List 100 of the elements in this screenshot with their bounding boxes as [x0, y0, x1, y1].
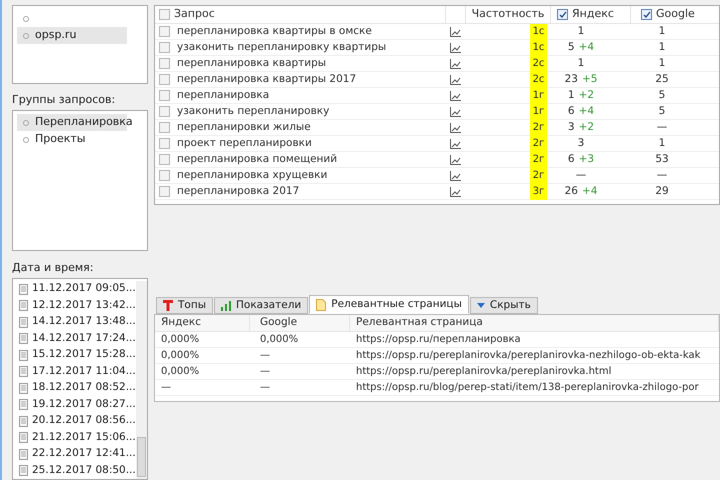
yandex-position: 5	[568, 40, 575, 55]
line-chart-icon[interactable]	[450, 74, 460, 84]
yandex-position: 3	[568, 120, 575, 135]
query-text: перепланировка квартиры 2017	[177, 72, 356, 87]
column-header[interactable]: Яндекс	[572, 6, 614, 23]
column-header[interactable]: Google	[656, 6, 695, 23]
date-item[interactable]: 18.12.2017 08:52...	[32, 380, 136, 396]
date-item[interactable]: 22.12.2017 12:41...	[32, 446, 136, 462]
tab[interactable]: Скрыть	[470, 297, 538, 314]
section-label: Группы запросов:	[12, 92, 116, 108]
table-cell: —	[161, 382, 171, 393]
checkbox[interactable]	[159, 154, 170, 165]
line-chart-icon[interactable]	[450, 26, 460, 36]
document-icon	[19, 366, 28, 378]
query-text: узаконить перепланировку	[177, 104, 330, 119]
checkbox[interactable]	[159, 106, 170, 117]
bar-chart-icon	[221, 300, 231, 310]
checkbox[interactable]	[159, 58, 170, 69]
date-item[interactable]: 17.12.2017 11:04...	[32, 364, 136, 380]
frequency-badge: 2г	[530, 136, 547, 152]
date-item[interactable]: 21.12.2017 15:06...	[32, 430, 136, 446]
line-chart-icon[interactable]	[450, 154, 460, 164]
google-position: 1	[658, 136, 666, 151]
date-item[interactable]: 11.12.2017 09:05...	[32, 281, 136, 298]
checkbox[interactable]	[159, 186, 170, 197]
check-icon	[558, 10, 566, 18]
yandex-position: 23	[564, 72, 578, 87]
tab[interactable]: Топы	[156, 297, 213, 314]
position-change: +4	[582, 184, 598, 199]
column-header[interactable]: Запрос	[174, 6, 215, 23]
yandex-position: 1	[568, 88, 575, 103]
query-text: перепланировка 2017	[177, 184, 300, 199]
document-icon	[19, 284, 28, 295]
item-label: opsp.ru	[35, 27, 76, 44]
line-chart-icon[interactable]	[450, 186, 460, 196]
google-position: 5	[658, 88, 666, 103]
date-item[interactable]: 12.12.2017 13:42...	[32, 298, 136, 314]
google-position: 1	[658, 56, 666, 71]
query-text: перепланировка квартиры	[177, 56, 326, 71]
checkbox[interactable]	[159, 9, 170, 20]
position-change: +5	[582, 72, 598, 87]
frequency-badge: 3г	[530, 184, 547, 200]
document-icon	[19, 432, 28, 444]
date-item[interactable]: 15.12.2017 15:28...	[32, 347, 136, 364]
column-header[interactable]: Релевантная страница	[356, 315, 483, 331]
checkbox[interactable]	[159, 90, 170, 101]
document-icon	[19, 416, 28, 427]
date-item[interactable]: 25.12.2017 08:50...	[32, 462, 136, 479]
line-chart-icon[interactable]	[450, 90, 460, 100]
table-cell: 0,000%	[161, 366, 200, 377]
line-chart-icon[interactable]	[450, 170, 460, 180]
checkbox[interactable]	[159, 42, 170, 53]
date-item[interactable]: 14.12.2017 13:48...	[32, 314, 136, 330]
google-position: 1	[658, 40, 666, 55]
yandex-position: 3	[578, 136, 584, 151]
line-chart-icon[interactable]	[450, 106, 460, 116]
checkbox[interactable]	[159, 170, 170, 181]
yandex-position: 1	[578, 56, 584, 71]
checkbox[interactable]	[159, 138, 170, 149]
list-item[interactable]: Проекты	[17, 131, 127, 148]
frequency-badge: 1с	[530, 24, 547, 40]
checkbox[interactable]	[159, 74, 170, 85]
google-position: 5	[658, 104, 666, 119]
table-cell: https://opsp.ru/blog/perep-stati/item/138-pereplanirovka-zhilogo-por	[356, 382, 699, 393]
yandex-position: —	[576, 168, 586, 183]
yandex-position: 26	[564, 184, 578, 199]
date-item[interactable]: 14.12.2017 17:24...	[32, 330, 136, 347]
line-chart-icon[interactable]	[450, 58, 460, 68]
item-label: Проекты	[35, 131, 86, 148]
document-icon	[19, 465, 28, 476]
position-change: +2	[578, 120, 594, 135]
scrollbar[interactable]	[136, 281, 147, 479]
line-chart-icon[interactable]	[450, 122, 460, 132]
line-chart-icon[interactable]	[450, 138, 460, 148]
frequency-badge: 2г	[530, 168, 547, 184]
checkbox[interactable]	[159, 122, 170, 133]
checkbox[interactable]	[159, 26, 170, 37]
date-item[interactable]: 19.12.2017 08:27...	[32, 396, 136, 413]
column-header[interactable]: Google	[260, 315, 298, 331]
date-item[interactable]: 20.12.2017 08:56...	[32, 413, 136, 430]
yandex-position: 6	[568, 104, 575, 119]
frequency-badge: 2г	[530, 120, 547, 136]
checkbox[interactable]	[641, 9, 652, 20]
table-cell: https://opsp.ru/перепланировка	[356, 334, 521, 345]
tab[interactable]: Показатели	[214, 297, 308, 314]
frequency-badge: 2г	[530, 152, 547, 168]
query-text: перепланировка помещений	[177, 152, 338, 167]
checkbox[interactable]	[557, 9, 568, 20]
caret-icon	[476, 303, 485, 308]
column-header[interactable]: Частотность	[472, 6, 544, 23]
google-position: 25	[655, 72, 669, 87]
document-icon	[19, 350, 28, 361]
line-chart-icon[interactable]	[450, 42, 460, 52]
document-icon	[19, 300, 28, 312]
list-item[interactable]: opsp.ru	[17, 27, 127, 44]
document-icon	[316, 298, 326, 310]
position-change: +4	[578, 40, 594, 55]
column-header[interactable]: Яндекс	[161, 315, 201, 331]
yandex-position: 1	[578, 24, 584, 39]
tab[interactable]: Релевантные страницы	[309, 295, 469, 314]
